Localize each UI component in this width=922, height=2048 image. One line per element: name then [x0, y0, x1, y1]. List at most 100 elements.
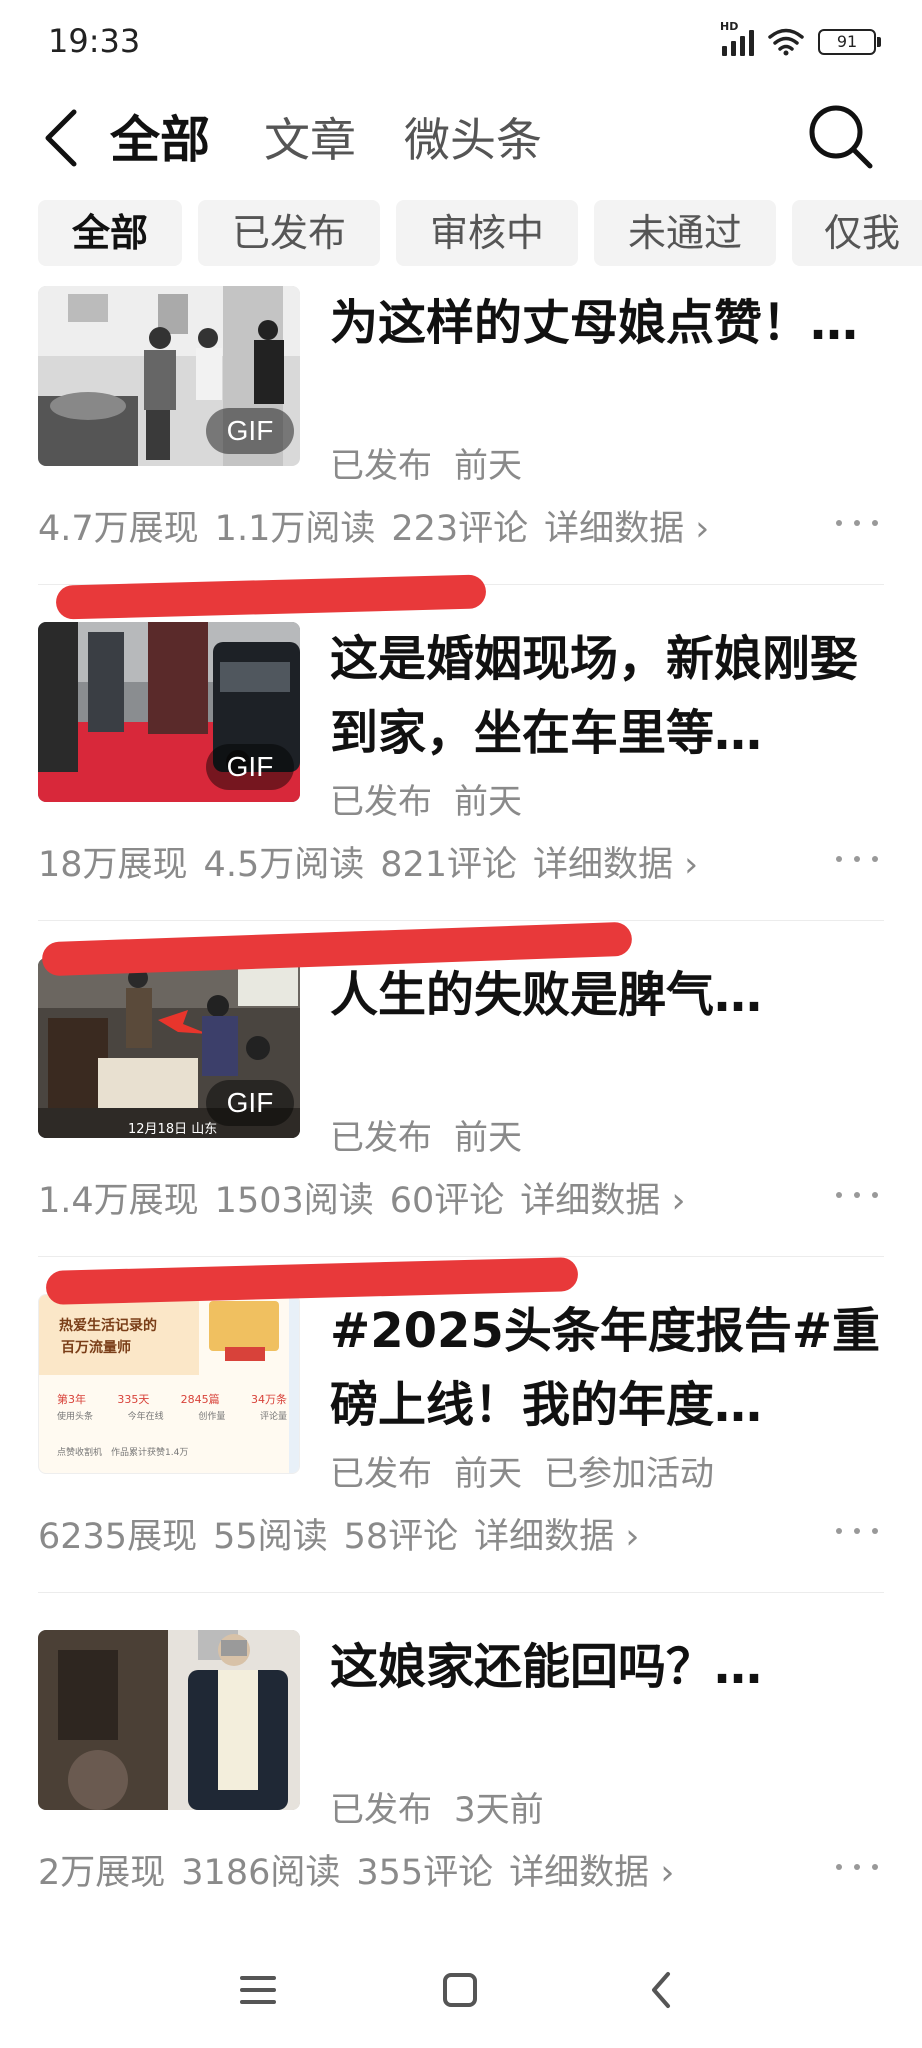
filter-chips: 全部 已发布 审核中 未通过 仅我 [38, 200, 922, 268]
publish-time: 前天 [454, 446, 522, 486]
report-stat-label: 今年在线 [127, 1412, 164, 1422]
report-footer: 点赞收割机 作品累计获赞1.4万 [57, 1448, 189, 1458]
report-stat-label: 评论量 [259, 1412, 287, 1422]
divider [38, 1256, 884, 1257]
item-title[interactable]: 为这样的丈母娘点赞！… [330, 286, 890, 360]
divider [38, 1592, 884, 1593]
gif-badge: GIF [206, 408, 294, 454]
more-options-icon[interactable] [836, 508, 878, 538]
publish-time: 前天 [454, 1454, 522, 1494]
views-count: 6235展现 [38, 1517, 198, 1557]
views-count: 2万展现 [38, 1853, 166, 1893]
item-meta: 已发布 前天 已参加活动 [330, 1446, 714, 1495]
report-headline: 热爱生活记录的 [59, 1318, 157, 1334]
status-time: 19:33 [48, 22, 141, 60]
thumbnail-image [38, 1630, 300, 1810]
detail-data-link[interactable]: 详细数据 › [520, 1181, 685, 1221]
list-item[interactable]: 12月18日 山东 GIF 人生的失败是脾气… 已发布 前天 1.4万展现 1503… [38, 958, 884, 1294]
comments-count: 58评论 [343, 1517, 459, 1557]
tab-articles[interactable]: 文章 [264, 104, 356, 170]
publish-status: 已发布 [330, 446, 432, 486]
thumbnail[interactable] [38, 1630, 300, 1810]
reads-count: 1.1万阅读 [214, 509, 376, 549]
publish-status: 已发布 [330, 1454, 432, 1494]
search-icon[interactable] [802, 98, 880, 176]
item-title[interactable]: 这是婚姻现场，新娘刚娶到家，坐在车里等… [330, 622, 890, 770]
more-options-icon[interactable] [836, 1852, 878, 1882]
item-title[interactable]: #2025头条年度报告#重磅上线！我的年度… [330, 1294, 890, 1442]
comments-count: 223评论 [391, 509, 529, 549]
gif-badge: GIF [206, 1080, 294, 1126]
detail-data-label: 详细数据 [509, 1853, 650, 1893]
report-subline: 百万流量师 [61, 1340, 131, 1356]
thumbnail[interactable]: 12月18日 山东 GIF [38, 958, 300, 1138]
menu-icon[interactable] [228, 1960, 288, 2020]
filter-rejected[interactable]: 未通过 [594, 200, 776, 266]
publish-time: 前天 [454, 1118, 522, 1158]
status-bar: 19:33 HD 91 [0, 0, 922, 86]
publish-status: 已发布 [330, 782, 432, 822]
thumbnail[interactable]: 热爱生活记录的 百万流量师 第3年 335天 2845篇 34万条 使用头条 今年在线 创… [38, 1294, 300, 1474]
wifi-icon [768, 28, 804, 56]
item-meta: 已发布 前天 [330, 1110, 522, 1159]
item-stats: 1.4万展现 1503阅读 60评论 详细数据 › [38, 1172, 701, 1223]
detail-data-label: 详细数据 [520, 1181, 661, 1221]
publish-time: 3天前 [454, 1790, 544, 1830]
detail-data-label: 详细数据 [533, 845, 674, 885]
publish-status: 已发布 [330, 1790, 432, 1830]
battery-icon: 91 [818, 29, 881, 55]
more-options-icon[interactable] [836, 844, 878, 874]
item-stats: 2万展现 3186阅读 355评论 详细数据 › [38, 1844, 690, 1895]
list-item[interactable]: 热爱生活记录的 百万流量师 第3年 335天 2845篇 34万条 使用头条 今年在线 创… [38, 1294, 884, 1630]
report-stat-label: 使用头条 [57, 1412, 94, 1422]
item-title[interactable]: 人生的失败是脾气… [330, 958, 890, 1032]
back-button[interactable] [36, 102, 92, 174]
item-meta: 已发布 前天 [330, 774, 522, 823]
activity-tag: 已参加活动 [544, 1454, 714, 1494]
report-stat-label: 创作量 [198, 1412, 226, 1422]
list-item[interactable]: GIF 这是婚姻现场，新娘刚娶到家，坐在车里等… 已发布 前天 18万展现 4.5万… [38, 622, 884, 958]
reads-count: 3186阅读 [181, 1853, 341, 1893]
detail-data-link[interactable]: 详细数据 › [544, 509, 709, 549]
thumbnail[interactable]: GIF [38, 622, 300, 802]
item-title[interactable]: 这娘家还能回吗？… [330, 1630, 890, 1704]
gif-badge: GIF [206, 744, 294, 790]
tab-all[interactable]: 全部 [110, 100, 210, 172]
report-stat-value: 第3年 [57, 1393, 86, 1406]
list-item[interactable]: GIF 为这样的丈母娘点赞！… 已发布 前天 4.7万展现 1.1万阅读 223评论详… [38, 286, 884, 622]
status-icons: HD 91 [720, 20, 881, 56]
publish-status: 已发布 [330, 1118, 432, 1158]
detail-data-label: 详细数据 [474, 1517, 615, 1557]
views-count: 4.7万展现 [38, 509, 199, 549]
filter-all[interactable]: 全部 [38, 200, 182, 266]
filter-only-me[interactable]: 仅我 [792, 200, 922, 266]
report-stat-value: 335天 [117, 1393, 150, 1406]
list-item[interactable]: 这娘家还能回吗？… 已发布 3天前 2万展现 3186阅读 355评论 详细数据 › [38, 1630, 884, 1966]
more-options-icon[interactable] [836, 1180, 878, 1210]
tab-micro-posts[interactable]: 微头条 [404, 104, 542, 170]
detail-data-link[interactable]: 详细数据 › [533, 845, 698, 885]
report-stat-value: 2845篇 [180, 1393, 220, 1406]
network-type-label: HD [720, 20, 739, 33]
item-stats: 6235展现 55阅读 58评论 详细数据 › [38, 1508, 655, 1559]
item-meta: 已发布 前天 [330, 438, 522, 487]
detail-data-link[interactable]: 详细数据 › [509, 1853, 674, 1893]
top-nav: 全部 文章 微头条 [0, 86, 922, 196]
home-icon[interactable] [430, 1960, 490, 2020]
divider [38, 920, 884, 921]
item-stats: 18万展现 4.5万阅读 821评论 详细数据 › [38, 836, 714, 887]
views-count: 18万展现 [38, 845, 188, 885]
comments-count: 60评论 [389, 1181, 505, 1221]
back-nav-icon[interactable] [632, 1960, 692, 2020]
more-options-icon[interactable] [836, 1516, 878, 1546]
system-nav-bar [0, 1938, 922, 2048]
detail-data-link[interactable]: 详细数据 › [474, 1517, 639, 1557]
reads-count: 4.5万阅读 [203, 845, 365, 885]
filter-under-review[interactable]: 审核中 [396, 200, 578, 266]
views-count: 1.4万展现 [38, 1181, 199, 1221]
signal-icon: HD [720, 20, 754, 56]
filter-published[interactable]: 已发布 [198, 200, 380, 266]
thumbnail[interactable]: GIF [38, 286, 300, 466]
comments-count: 355评论 [356, 1853, 494, 1893]
comments-count: 821评论 [380, 845, 518, 885]
